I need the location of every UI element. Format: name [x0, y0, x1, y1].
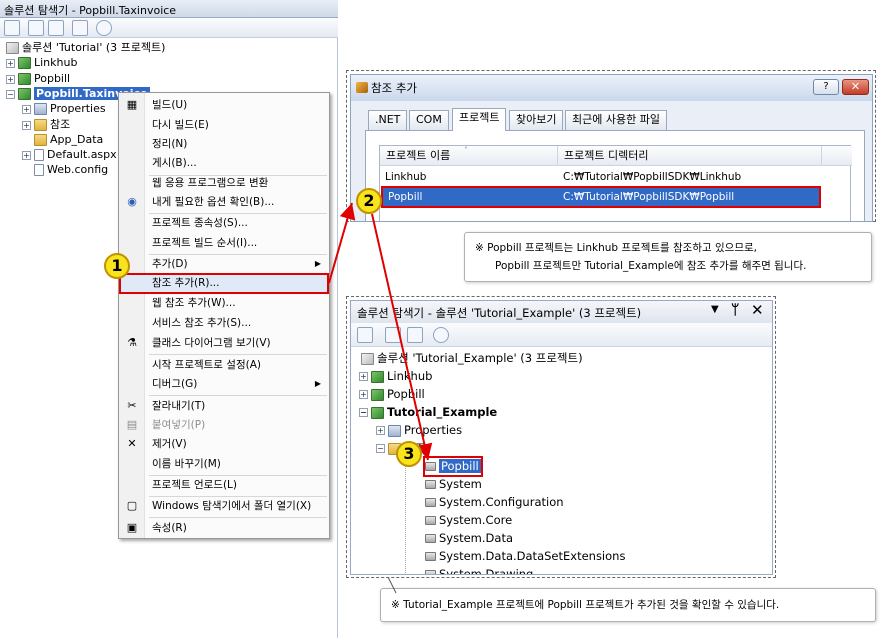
arrow-to-explorer	[371, 213, 433, 461]
step-badge-2: 2	[356, 188, 382, 214]
note-connector-line	[387, 576, 397, 594]
step-badge-3: 3	[396, 441, 422, 467]
arrow-to-dialog	[328, 202, 356, 284]
tab-project[interactable]: 프로젝트	[452, 108, 507, 131]
callout-arrows	[328, 202, 433, 594]
step-badge-1: 1	[104, 253, 130, 279]
